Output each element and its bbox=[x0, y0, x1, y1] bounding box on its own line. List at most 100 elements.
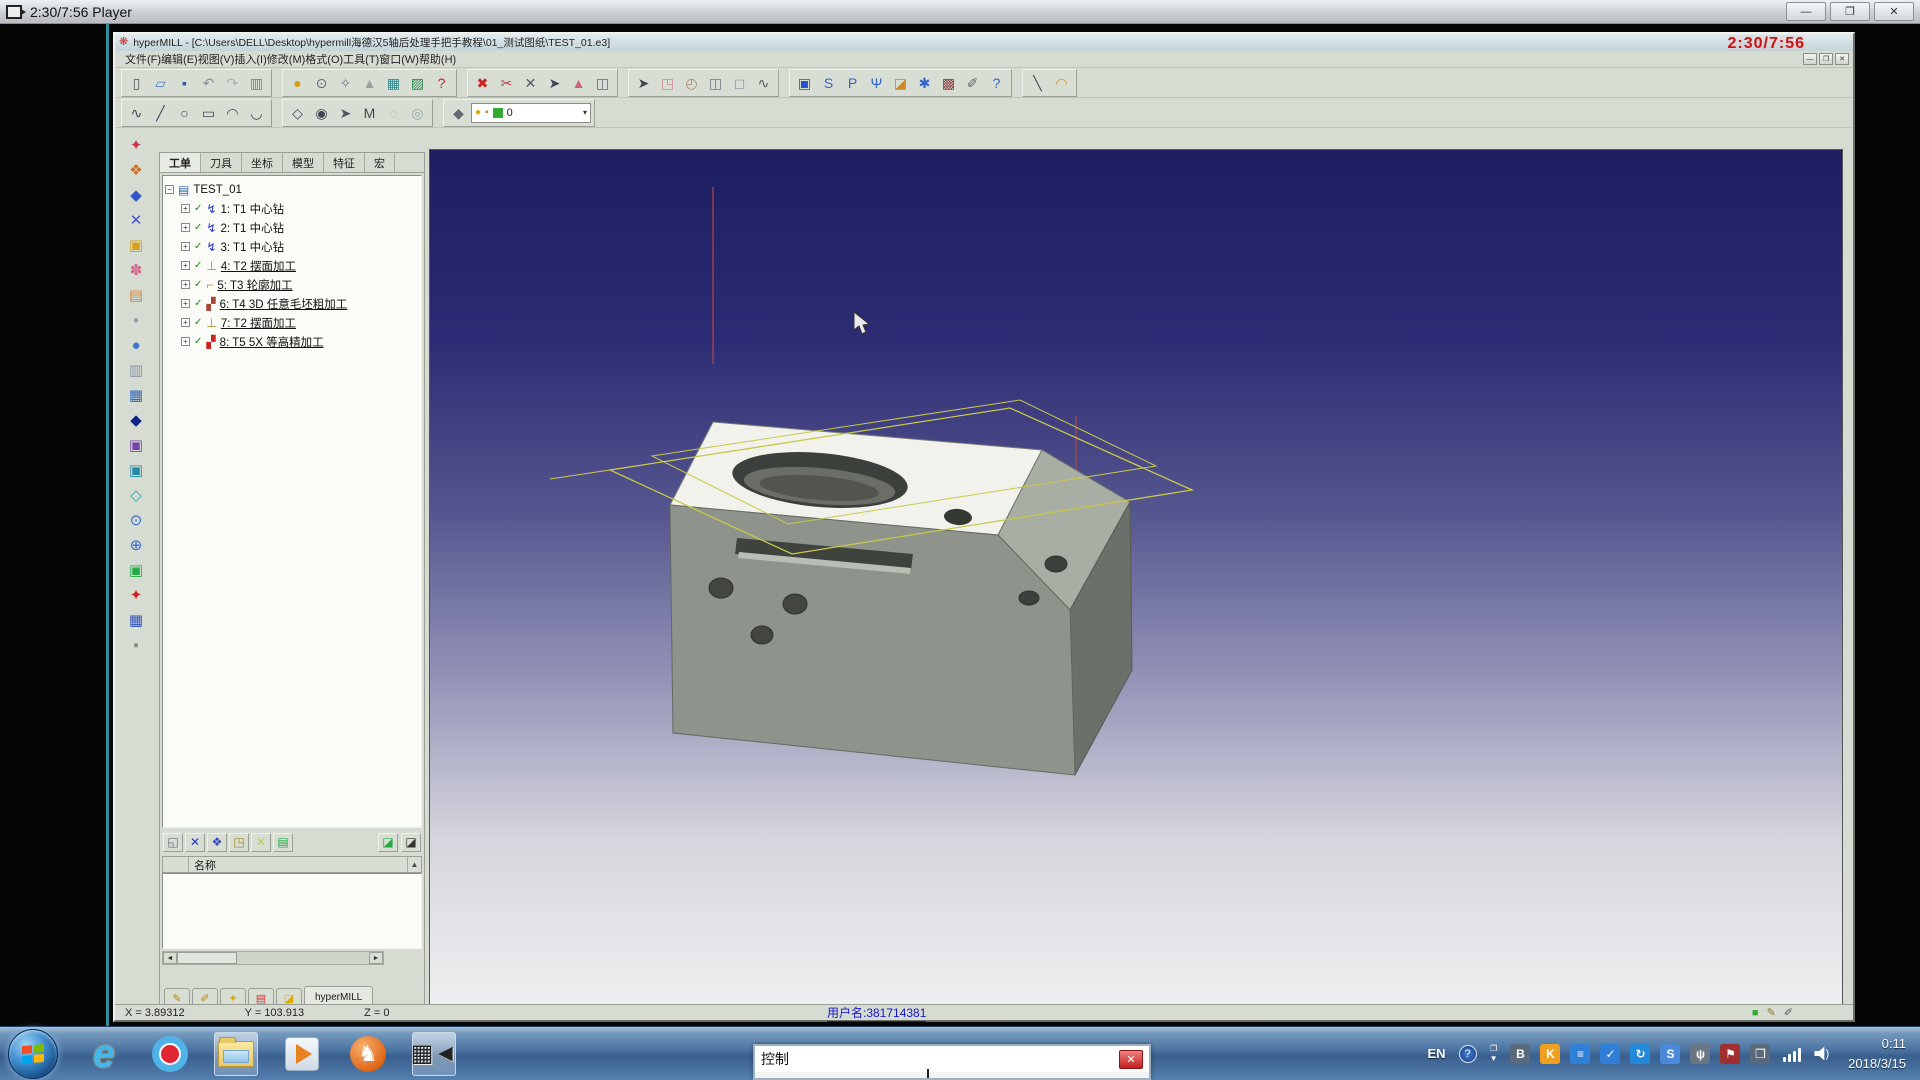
expander-icon[interactable]: + bbox=[181, 223, 190, 232]
scroll-right-icon[interactable]: ► bbox=[369, 952, 383, 964]
layer-combobox[interactable]: ● ▪ 0 ▾ bbox=[471, 103, 591, 123]
zoom-icon[interactable]: ⊙ bbox=[310, 72, 333, 94]
tree-row[interactable]: + ✓ ▞ 8: T5 5X 等高精加工 bbox=[165, 332, 419, 351]
line-tool-icon[interactable]: ╲ bbox=[1026, 72, 1049, 94]
combo-dropdown-arrow[interactable]: ▾ bbox=[583, 108, 587, 117]
expander-icon[interactable]: + bbox=[181, 261, 190, 270]
diamond-icon[interactable]: ◇ bbox=[286, 102, 309, 124]
open-icon[interactable]: ▱ bbox=[149, 72, 172, 94]
hm-frames-icon[interactable]: ▣ bbox=[793, 72, 816, 94]
strip-teal-icon[interactable]: ▣ bbox=[123, 459, 149, 482]
status-pen-icon[interactable]: ✐ bbox=[1784, 1006, 1793, 1019]
compass-icon[interactable]: ✧ bbox=[334, 72, 357, 94]
taskbar-horse-browser[interactable]: ♞ bbox=[346, 1032, 390, 1076]
print-icon[interactable]: ▨ bbox=[406, 72, 429, 94]
hm-wrench-icon[interactable]: ✐ bbox=[961, 72, 984, 94]
tree-row[interactable]: + ✓ ↯ 1: T1 中心钻 bbox=[165, 199, 419, 218]
usb-icon[interactable]: ψ bbox=[1690, 1044, 1710, 1064]
spline-icon[interactable]: ∿ bbox=[125, 102, 148, 124]
pick-icon[interactable]: ➤ bbox=[543, 72, 566, 94]
bluetooth-icon[interactable]: B bbox=[1510, 1044, 1530, 1064]
taskbar-recorder-control[interactable]: ▦◄ bbox=[412, 1032, 456, 1076]
panel-tab[interactable]: 特征 bbox=[324, 153, 365, 172]
pointer-icon[interactable]: ➤ bbox=[632, 72, 655, 94]
arc-tool-icon[interactable]: ◠ bbox=[1050, 72, 1073, 94]
list-scroll-up-icon[interactable]: ▲ bbox=[407, 857, 421, 872]
new-icon[interactable]: ▯ bbox=[125, 72, 148, 94]
menu-item[interactable]: 格式(O) bbox=[305, 54, 343, 66]
menu-item[interactable]: 工具(T) bbox=[343, 54, 379, 66]
scroll-thumb[interactable] bbox=[177, 952, 237, 964]
hm-s-icon[interactable]: S bbox=[817, 72, 840, 94]
scroll-left-icon[interactable]: ◄ bbox=[163, 952, 177, 964]
expander-icon[interactable]: + bbox=[181, 280, 190, 289]
strip-delete-icon[interactable]: ✕ bbox=[123, 209, 149, 232]
hm-help-icon[interactable]: ? bbox=[985, 72, 1008, 94]
menu-item[interactable]: 编辑(E) bbox=[161, 54, 198, 66]
grab-icon[interactable]: ◉ bbox=[310, 102, 333, 124]
line-icon[interactable]: ╱ bbox=[149, 102, 172, 124]
strip-more-icon[interactable]: ▪ bbox=[123, 634, 149, 657]
hm-machine-icon[interactable]: ✱ bbox=[913, 72, 936, 94]
help-context-icon[interactable]: ? bbox=[430, 72, 453, 94]
triangle-icon[interactable]: ▲ bbox=[358, 72, 381, 94]
menu-item[interactable]: 视图(V) bbox=[198, 54, 235, 66]
strip-zoom-in-icon[interactable]: ⊙ bbox=[123, 509, 149, 532]
taskbar-windows-explorer[interactable] bbox=[214, 1032, 258, 1076]
strip-blue-grid-icon[interactable]: ▦ bbox=[123, 609, 149, 632]
expander-icon[interactable]: + bbox=[181, 242, 190, 251]
panel-tab[interactable]: 工单 bbox=[160, 153, 201, 172]
tree-row[interactable]: + ✓ ↯ 3: T1 中心钻 bbox=[165, 237, 419, 256]
job-clear-icon[interactable]: ✕ bbox=[251, 833, 271, 852]
player-minimize-button[interactable]: — bbox=[1786, 2, 1826, 21]
measure-icon[interactable]: M bbox=[358, 102, 381, 124]
mdi-minimize-button[interactable]: — bbox=[1803, 53, 1817, 65]
kuaiya-icon[interactable]: K bbox=[1540, 1044, 1560, 1064]
menu-item[interactable]: 帮助(H) bbox=[419, 54, 456, 66]
strip-purple-icon[interactable]: ▣ bbox=[123, 434, 149, 457]
menu-item[interactable]: 插入(I) bbox=[234, 54, 266, 66]
thunder-list-icon[interactable]: ≡ bbox=[1570, 1044, 1590, 1064]
flag-alert-icon[interactable]: ⚑ bbox=[1720, 1044, 1740, 1064]
path-icon[interactable]: ∿ bbox=[752, 72, 775, 94]
tree-row[interactable]: + ✓ ↯ 2: T1 中心钻 bbox=[165, 218, 419, 237]
sync-icon[interactable]: ↻ bbox=[1630, 1044, 1650, 1064]
cut-icon[interactable]: ✂ bbox=[495, 72, 518, 94]
stamp-icon[interactable]: ◳ bbox=[656, 72, 679, 94]
network-signal-icon[interactable] bbox=[1783, 1046, 1801, 1062]
shield-icon[interactable]: ✓ bbox=[1600, 1044, 1620, 1064]
strip-extrude-icon[interactable]: ● bbox=[123, 334, 149, 357]
panel-tab[interactable]: 刀具 bbox=[201, 153, 242, 172]
clock[interactable]: 0:11 2018/3/15 bbox=[1848, 1034, 1906, 1073]
expander-icon[interactable]: − bbox=[165, 185, 174, 194]
language-indicator[interactable]: EN bbox=[1428, 1046, 1446, 1061]
panel-dark-icon[interactable]: ◪ bbox=[401, 833, 421, 852]
columns-icon[interactable]: ▥ bbox=[245, 72, 268, 94]
taskbar-internet-explorer[interactable]: e bbox=[82, 1032, 126, 1076]
rotate-icon[interactable]: ◴ bbox=[680, 72, 703, 94]
table-icon[interactable]: ▦ bbox=[382, 72, 405, 94]
strip-plane-icon[interactable]: ▥ bbox=[123, 359, 149, 382]
strip-prism-icon[interactable]: ◆ bbox=[123, 409, 149, 432]
mirror-icon[interactable]: ▲ bbox=[567, 72, 590, 94]
copy-icon[interactable]: ◫ bbox=[704, 72, 727, 94]
job-verify-icon[interactable]: ❖ bbox=[207, 833, 227, 852]
menu-item[interactable]: 文件(F) bbox=[125, 54, 161, 66]
tree-row[interactable]: + ✓ ▞ 6: T4 3D 任意毛坯粗加工 bbox=[165, 294, 419, 313]
hm-p-icon[interactable]: P bbox=[841, 72, 864, 94]
tree-root-row[interactable]: − ▤ TEST_01 bbox=[165, 180, 419, 199]
strip-shape-icon[interactable]: ✽ bbox=[123, 259, 149, 282]
control-dialog-close-button[interactable]: ✕ bbox=[1119, 1050, 1143, 1069]
shaded-view-icon[interactable]: ● bbox=[286, 72, 309, 94]
pinyin-icon[interactable]: S bbox=[1660, 1044, 1680, 1064]
help-tray-icon[interactable]: ? bbox=[1459, 1045, 1477, 1063]
strip-sketch-icon[interactable]: ✦ bbox=[123, 134, 149, 157]
hm-cam-icon[interactable]: ◪ bbox=[889, 72, 912, 94]
fillet-icon[interactable]: ◡ bbox=[245, 102, 268, 124]
layer-manager-icon[interactable]: ◆ bbox=[447, 102, 470, 124]
snap1-icon[interactable]: ◌ bbox=[382, 102, 405, 124]
show-hidden-icons[interactable]: ❐ ▼ bbox=[1490, 1044, 1498, 1063]
strip-box-icon[interactable]: ▣ bbox=[123, 234, 149, 257]
delete-icon[interactable]: ✖ bbox=[471, 72, 494, 94]
status-swatch-icon[interactable]: ■ bbox=[1752, 1007, 1759, 1019]
